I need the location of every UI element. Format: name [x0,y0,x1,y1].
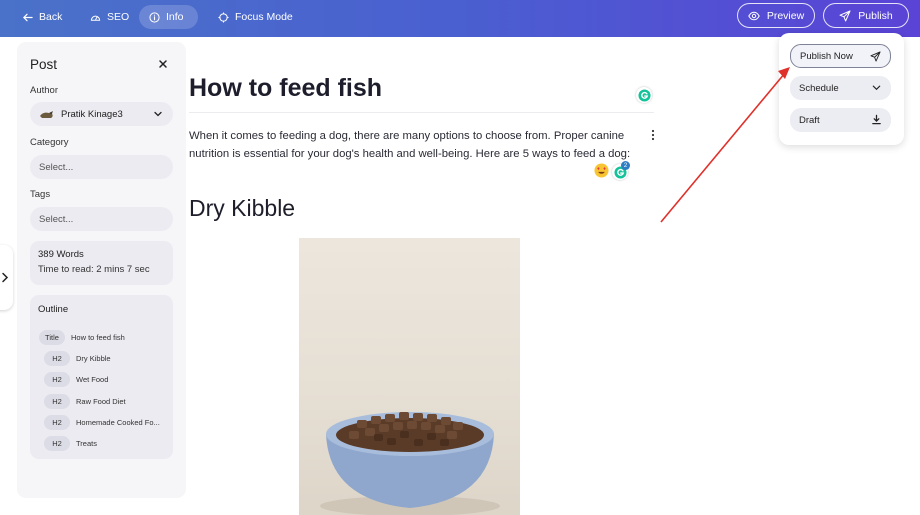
draft-label: Draft [799,114,820,126]
send-icon [839,10,851,21]
tags-label: Tags [30,189,51,200]
outline-text: Wet Food [76,374,109,384]
outline-text: Raw Food Diet [76,396,126,406]
outline-item[interactable]: Title How to feed fish [39,329,165,345]
send-icon [870,51,881,62]
word-stats: 389 Words Time to read: 2 mins 7 sec [30,241,173,285]
outline-item[interactable]: H2 Dry Kibble [44,350,170,366]
chevron-right-icon [2,272,9,283]
title-divider [189,112,654,113]
outline-text: Dry Kibble [76,353,111,363]
post-title[interactable]: How to feed fish [189,74,382,103]
publish-now-label: Publish Now [800,50,853,62]
focus-mode-button[interactable]: Focus Mode [208,5,303,29]
bowl-illustration [320,412,500,515]
eye-icon [748,11,760,20]
outline-tag: H2 [44,350,70,366]
more-options-icon[interactable] [650,129,656,141]
close-icon[interactable] [157,58,169,70]
outline-tag: H2 [44,393,70,409]
outline-tag: Title [39,329,65,345]
back-label: Back [39,11,63,23]
publish-now-option[interactable]: Publish Now [790,44,891,68]
panel-title: Post [30,57,58,72]
intro-paragraph[interactable]: When it comes to feeding a dog, there ar… [189,127,634,163]
outline-tag: H2 [44,414,70,430]
outline-panel: Outline Title How to feed fish H2 Dry Ki… [30,295,173,459]
info-button[interactable]: Info [139,5,198,29]
focus-mode-label: Focus Mode [235,11,293,23]
heart-eyes-emoji-icon[interactable] [594,163,609,178]
category-label: Category [30,137,69,148]
chevron-down-icon [154,111,162,117]
chevron-down-icon [872,85,881,91]
author-select[interactable]: Pratik Kinage3 [30,102,173,126]
word-count: 389 Words [38,249,84,260]
outline-tag: H2 [44,371,70,387]
preview-label: Preview [766,9,805,22]
author-value: Pratik Kinage3 [61,108,123,120]
grammarly-g-icon [637,88,651,102]
outline-text: Treats [76,438,97,448]
info-label: Info [166,11,184,23]
back-button[interactable]: Back [12,5,72,29]
category-select[interactable]: Select... [30,155,173,179]
author-avatar [40,111,53,118]
draft-option[interactable]: Draft [790,108,891,132]
seo-label: SEO [107,11,130,23]
preview-button[interactable]: Preview [737,3,815,28]
expand-panel-tab[interactable] [0,245,13,310]
crosshair-icon [218,11,229,23]
grammarly-icon[interactable] [636,87,652,103]
grammarly-count-badge: 2 [621,161,630,170]
dog-food-bowl-image[interactable] [299,238,520,515]
outline-item[interactable]: H2 Wet Food [44,371,170,387]
schedule-label: Schedule [799,82,839,94]
post-settings-panel: Post Author Pratik Kinage3 Category Sele… [17,42,186,498]
schedule-option[interactable]: Schedule [790,76,891,100]
tags-select[interactable]: Select... [30,207,173,231]
outline-tag: H2 [44,435,70,451]
outline-text: Homemade Cooked Fo... [76,417,160,427]
publish-menu: Publish Now Schedule Draft [779,33,904,145]
author-label: Author [30,85,58,96]
outline-text: How to feed fish [71,332,125,342]
top-toolbar: Back SEO Info Focus Mode Preview Publish [0,0,920,37]
seo-button[interactable]: SEO [80,5,139,29]
arrow-left-icon [22,13,33,21]
gauge-icon [90,15,101,21]
download-icon [872,114,881,125]
outline-item[interactable]: H2 Homemade Cooked Fo... [44,414,170,430]
outline-item[interactable]: H2 Treats [44,435,170,451]
read-time: Time to read: 2 mins 7 sec [38,264,150,275]
outline-title: Outline [38,304,69,315]
outline-item[interactable]: H2 Raw Food Diet [44,393,170,409]
heading-dry-kibble[interactable]: Dry Kibble [189,195,295,222]
publish-button[interactable]: Publish [823,3,909,28]
info-icon [149,11,160,23]
publish-label: Publish [858,9,893,22]
